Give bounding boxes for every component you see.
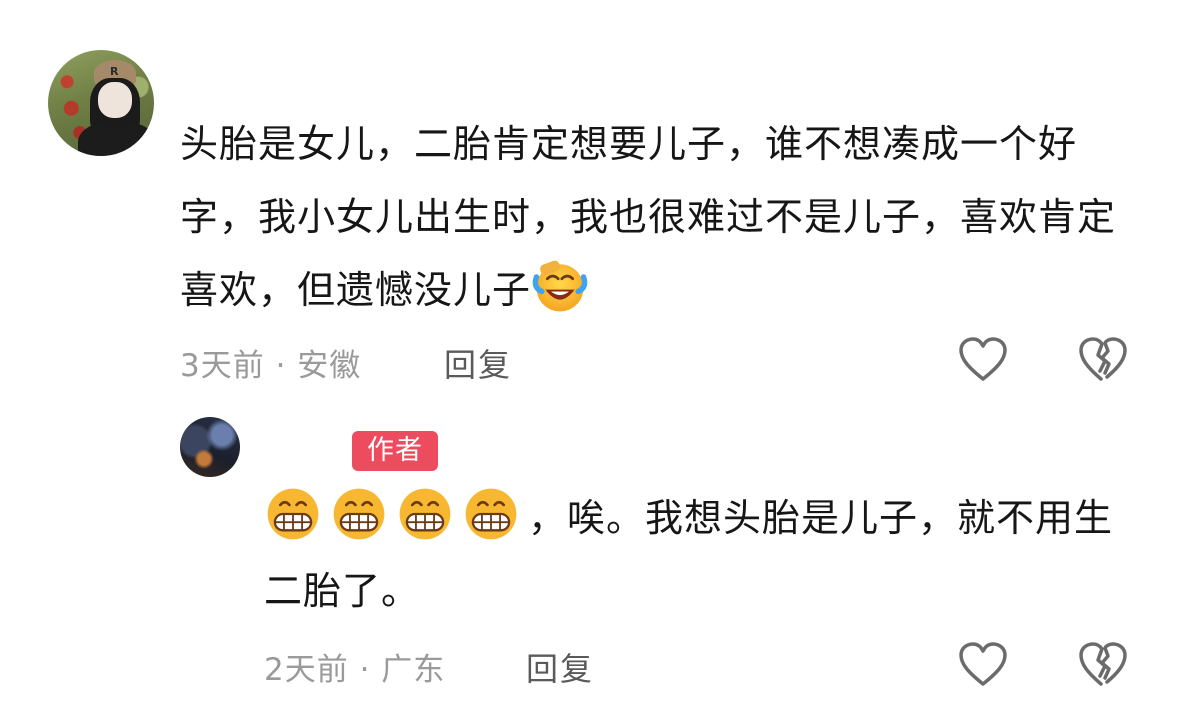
avatar-face bbox=[98, 82, 132, 118]
reply-meta: 2天前 · 广东 bbox=[264, 652, 446, 688]
grinning-emoji bbox=[399, 488, 451, 540]
broken-heart-icon[interactable] bbox=[1078, 337, 1128, 383]
commenter-avatar[interactable] bbox=[48, 50, 154, 156]
grinning-emoji bbox=[465, 488, 517, 540]
comment-body: 头胎是女儿，二胎肯定想要儿子，谁不想凑成一个好字，我小女儿出生时，我也很难过不是… bbox=[180, 108, 1130, 327]
grinning-emoji bbox=[267, 488, 319, 540]
reply-reply-button[interactable]: 回复 bbox=[526, 644, 594, 690]
laughing-tears-emoji bbox=[532, 260, 588, 312]
reply-avatar[interactable] bbox=[180, 417, 240, 477]
author-badge: 作者 bbox=[352, 431, 438, 471]
grin-emoji-group bbox=[264, 488, 528, 540]
reply-body: ，唉。我想头胎是儿子，就不用生二胎了。 bbox=[264, 482, 1134, 628]
reply-button[interactable]: 回复 bbox=[444, 340, 512, 386]
grinning-emoji bbox=[333, 488, 385, 540]
avatar-coat bbox=[78, 122, 154, 156]
heart-icon[interactable] bbox=[958, 642, 1008, 688]
broken-heart-icon[interactable] bbox=[1078, 642, 1128, 688]
comment-text: 头胎是女儿，二胎肯定想要儿子，谁不想凑成一个好字，我小女儿出生时，我也很难过不是… bbox=[180, 122, 1117, 312]
comment-meta: 3天前 · 安徽 bbox=[180, 348, 362, 384]
heart-icon[interactable] bbox=[958, 337, 1008, 383]
